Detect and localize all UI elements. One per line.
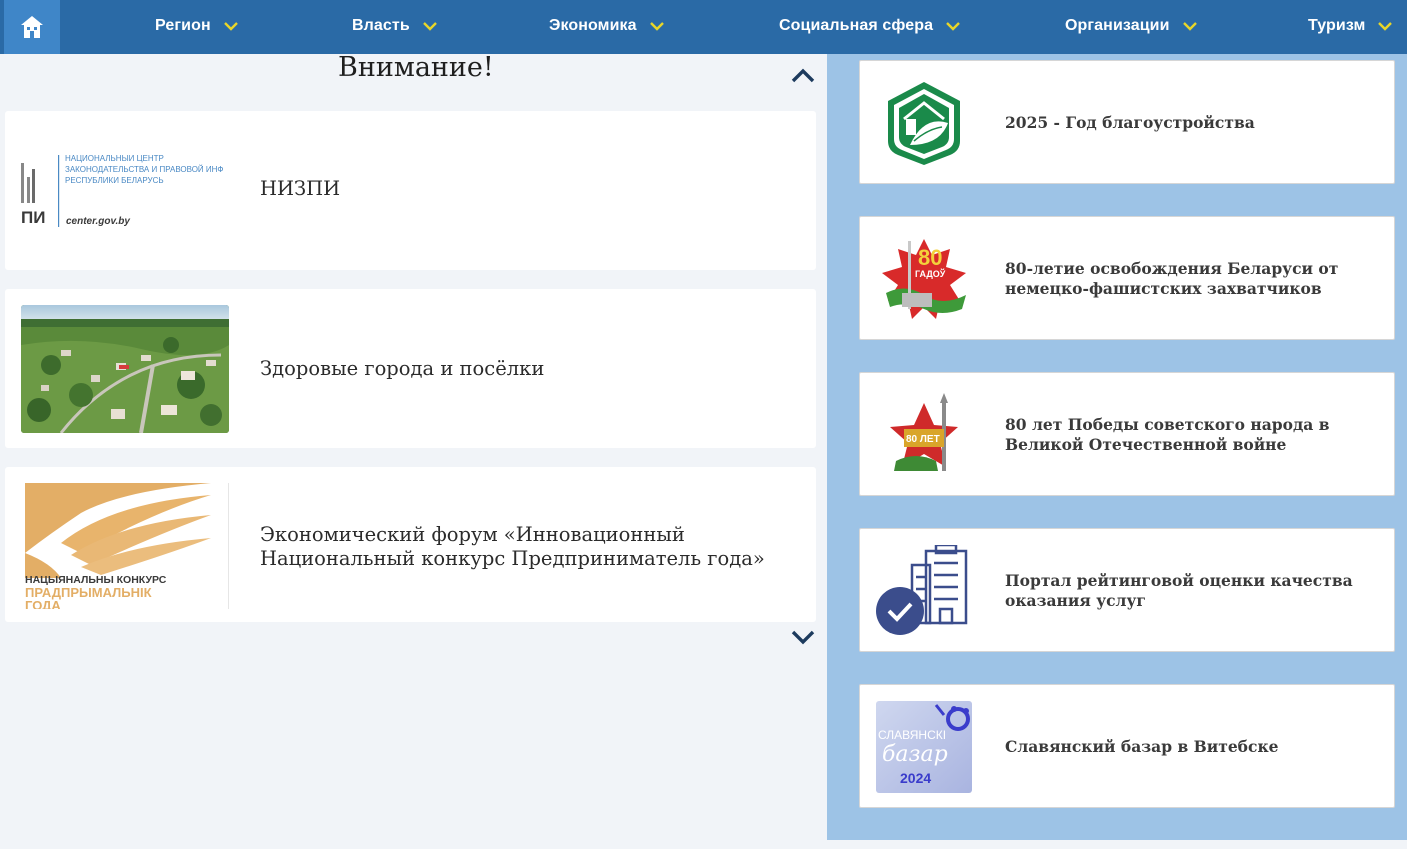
nav-item-organizations[interactable]: Организации	[1065, 0, 1198, 52]
banner-title-line: Портал рейтинговой оценки качества	[1005, 571, 1353, 590]
attention-heading: Внимание!	[338, 52, 494, 83]
chevron-down-icon	[791, 630, 815, 645]
banner-title: Портал рейтинговой оценки качества оказа…	[1005, 571, 1365, 611]
nav-item-economy[interactable]: Экономика	[549, 0, 665, 52]
banner-title: 80 лет Победы советского народа в Велико…	[1005, 415, 1365, 455]
nav-item-label: Экономика	[549, 17, 637, 34]
entrepreneur-contest-logo: НАЦЫЯНАЛЬНЫ КОНКУРС ПРАДПРЫМАЛЬНІК ГОДА	[21, 483, 229, 609]
chevron-down-icon	[1182, 22, 1197, 31]
banner-80-victory[interactable]: 80 ЛЕТ 80 лет Победы советского народа в…	[859, 372, 1395, 496]
banner-year-of-improvement[interactable]: 2025 - Год благоустройства	[859, 60, 1395, 184]
scroll-down-button[interactable]	[790, 629, 816, 647]
sidebar-banners: 2025 - Год благоустройства 80 ГАДОЎ 80-л…	[827, 54, 1407, 840]
emblem-text: ГАДОЎ	[915, 268, 946, 279]
banner-title-line: 80 лет Победы советского народа в	[1005, 415, 1330, 434]
bazaar-logo-line: 2024	[900, 770, 931, 786]
house-leaf-emblem-icon	[876, 77, 972, 169]
attention-heading-wrap: Внимание!	[0, 52, 827, 94]
bazaar-logo-line: базар	[882, 742, 948, 767]
banner-title-line: оказания услуг	[1005, 591, 1146, 610]
emblem-text: 80 ЛЕТ	[906, 434, 940, 445]
attention-carousel: Внимание! ПИ НАЦИОНАЛЬНЫЙ ЦЕНТР ЗАКОНОДА…	[0, 52, 827, 840]
attention-item-title: Здоровые города и посёлки	[260, 357, 545, 380]
banner-title: 2025 - Год благоустройства	[1005, 113, 1255, 132]
banner-slavianski-bazaar[interactable]: СЛАВЯНСКІ базар 2024 Славянский базар в …	[859, 684, 1395, 808]
chevron-down-icon	[223, 22, 238, 31]
page-bottom	[0, 840, 1407, 849]
chevron-up-icon	[791, 68, 815, 83]
home-icon	[21, 16, 43, 38]
slavianski-bazaar-logo-icon: СЛАВЯНСКІ базар 2024	[876, 701, 972, 793]
attention-item-healthy-cities[interactable]: Здоровые города и посёлки	[5, 289, 816, 448]
building-check-icon	[876, 545, 972, 637]
chevron-down-icon	[422, 22, 437, 31]
chevron-down-icon	[649, 22, 664, 31]
scroll-up-button[interactable]	[790, 66, 816, 84]
healthy-cities-photo	[21, 305, 229, 433]
banner-80-liberation[interactable]: 80 ГАДОЎ 80-летие освобождения Беларуси …	[859, 216, 1395, 340]
nav-item-label: Регион	[155, 17, 211, 34]
attention-item-title: Экономический форум «Инновационный Нацио…	[260, 523, 765, 571]
attention-item-title-line: Экономический форум «Инновационный	[260, 523, 685, 546]
emblem-number: 80	[918, 245, 942, 270]
attention-item-title-line: Национальный конкурс Предприниматель год…	[260, 547, 765, 570]
nizpi-logo: ПИ НАЦИОНАЛЬНЫЙ ЦЕНТР ЗАКОНОДАТЕЛЬСТВА И…	[21, 155, 229, 231]
nav-item-government[interactable]: Власть	[352, 0, 438, 52]
banner-services-rating-portal[interactable]: Портал рейтинговой оценки качества оказа…	[859, 528, 1395, 652]
nav-item-label: Социальная сфера	[779, 17, 934, 34]
nizpi-logo-line: НАЦИОНАЛЬНЫЙ ЦЕНТР	[65, 155, 164, 163]
nav-item-label: Власть	[352, 17, 410, 34]
chevron-down-icon	[946, 22, 960, 31]
nav-item-label: Организации	[1065, 17, 1170, 34]
attention-item-entrepreneur-of-year[interactable]: НАЦЫЯНАЛЬНЫ КОНКУРС ПРАДПРЫМАЛЬНІК ГОДА …	[5, 467, 816, 622]
nizpi-logo-site: center.gov.by	[66, 216, 130, 227]
nizpi-logo-line: РЕСПУБЛИКИ БЕЛАРУСЬ	[65, 176, 164, 185]
top-navigation: Регион Власть Экономика Социальная сфера…	[0, 0, 1407, 54]
home-button[interactable]	[4, 0, 60, 54]
banner-title-line: 80-летие освобождения Беларуси от	[1005, 259, 1339, 278]
attention-item-nizpi[interactable]: ПИ НАЦИОНАЛЬНЫЙ ЦЕНТР ЗАКОНОДАТЕЛЬСТВА И…	[5, 111, 816, 270]
banner-title: 80-летие освобождения Беларуси от немецк…	[1005, 259, 1365, 299]
nav-item-social[interactable]: Социальная сфера	[779, 0, 961, 52]
attention-item-title: НИЗПИ	[260, 177, 341, 200]
nizpi-logo-line: ЗАКОНОДАТЕЛЬСТВА И ПРАВОВОЙ ИНФ	[65, 165, 224, 174]
banner-title-line: Великой Отечественной войне	[1005, 435, 1287, 454]
nizpi-logo-mark: ПИ	[21, 208, 45, 227]
banner-title: Славянский базар в Витебске	[1005, 737, 1279, 756]
chevron-down-icon	[1378, 22, 1393, 31]
banner-title-line: немецко-фашистских захватчиков	[1005, 279, 1322, 298]
80-years-liberation-emblem-icon: 80 ГАДОЎ	[876, 233, 972, 325]
victory-star-emblem-icon: 80 ЛЕТ	[876, 389, 972, 481]
nav-item-tourism[interactable]: Туризм	[1308, 0, 1393, 52]
contest-logo-line: ГОДА	[25, 598, 61, 609]
nav-item-region[interactable]: Регион	[155, 0, 239, 52]
bazaar-logo-line: СЛАВЯНСКІ	[878, 728, 946, 742]
nav-item-label: Туризм	[1308, 17, 1366, 34]
